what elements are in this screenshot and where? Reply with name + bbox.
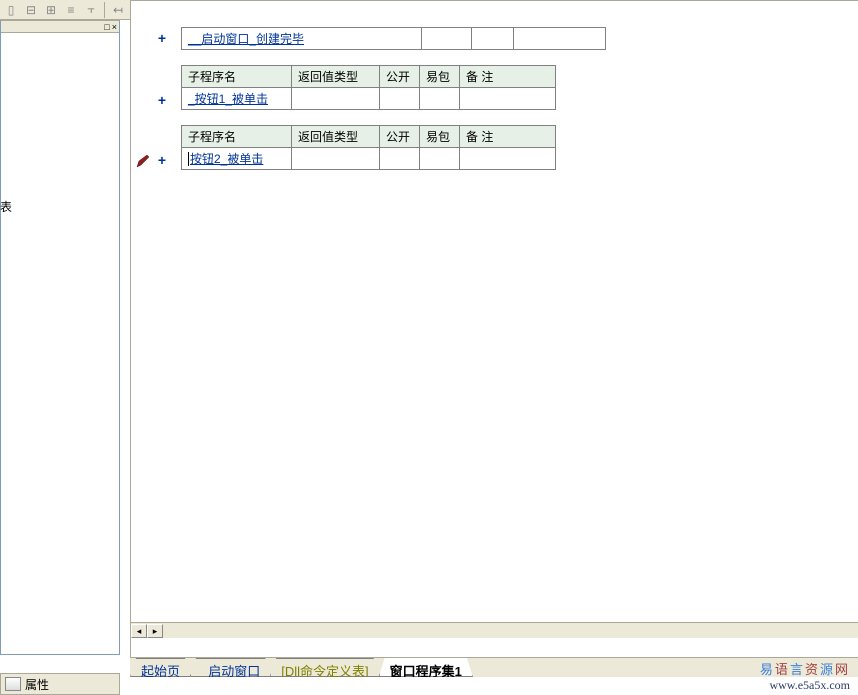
pub-cell[interactable]: [380, 148, 420, 170]
col-header-name: 子程序名: [182, 126, 292, 148]
code-editor-main: + __启动窗口_创建完毕 + 子程序名 返回值类型 公开 易包 备 注 _按钮…: [130, 0, 858, 658]
col-header-pub: 公开: [380, 126, 420, 148]
sub-table: 子程序名 返回值类型 公开 易包 备 注 按钮2_被单击: [181, 125, 556, 170]
sub-table: 子程序名 返回值类型 公开 易包 备 注 _按钮1_被单击: [181, 65, 556, 110]
empty-cell[interactable]: [514, 28, 606, 50]
col-header-name: 子程序名: [182, 66, 292, 88]
sub-name-cell[interactable]: __启动窗口_创建完毕: [182, 28, 422, 50]
properties-tab-label: 属性: [25, 676, 49, 693]
panel-header: □ ×: [1, 21, 119, 33]
note-cell[interactable]: [460, 148, 556, 170]
col-header-pub: 公开: [380, 66, 420, 88]
side-tab-label: 表: [0, 198, 11, 215]
ret-cell[interactable]: [292, 148, 380, 170]
tab-startup-window[interactable]: _启动窗口: [190, 658, 271, 677]
expand-toggle[interactable]: +: [155, 153, 169, 167]
maximize-icon[interactable]: □: [104, 22, 109, 32]
distribute-icon[interactable]: ≡: [62, 2, 80, 18]
pen-icon: [135, 153, 151, 169]
empty-cell[interactable]: [472, 28, 514, 50]
sub-name-cell[interactable]: _按钮1_被单击: [182, 88, 292, 110]
watermark: 易语言资源网 www.e5a5x.com: [760, 659, 850, 693]
col-header-ret: 返回值类型: [292, 66, 380, 88]
scroll-right-button[interactable]: ▸: [147, 624, 163, 638]
col-header-note: 备 注: [460, 126, 556, 148]
sub-block-2: 子程序名 返回值类型 公开 易包 备 注 按钮2_被单击: [181, 125, 556, 170]
move-left-icon[interactable]: ↤: [109, 2, 127, 18]
note-cell[interactable]: [460, 88, 556, 110]
gap-icon[interactable]: ⫟: [82, 2, 100, 18]
col-header-ret: 返回值类型: [292, 126, 380, 148]
tab-dll-definitions[interactable]: [Dll命令定义表]: [270, 658, 379, 677]
empty-cell[interactable]: [422, 28, 472, 50]
left-panel: □ ×: [0, 20, 120, 655]
expand-toggle[interactable]: +: [155, 93, 169, 107]
ret-cell[interactable]: [292, 88, 380, 110]
watermark-url: www.e5a5x.com: [760, 678, 850, 693]
first-sub-row: __启动窗口_创建完毕: [181, 27, 606, 50]
tab-start-page[interactable]: 起始页: [130, 658, 191, 677]
pub-cell[interactable]: [380, 88, 420, 110]
close-icon[interactable]: ×: [112, 22, 117, 32]
col-header-note: 备 注: [460, 66, 556, 88]
sub-name-cell-editing[interactable]: 按钮2_被单击: [182, 148, 292, 170]
scroll-left-button[interactable]: ◂: [131, 624, 147, 638]
document-tabs: 起始页 _启动窗口 [Dll命令定义表] 窗口程序集1: [130, 657, 858, 677]
expand-toggle[interactable]: +: [155, 31, 169, 45]
col-header-pkg: 易包: [420, 66, 460, 88]
table-row: 按钮2_被单击: [182, 148, 556, 170]
watermark-title: 易语言资源网: [760, 659, 850, 678]
align-left-icon[interactable]: ▯: [2, 2, 20, 18]
separator: [104, 2, 105, 18]
table-row: _按钮1_被单击: [182, 88, 556, 110]
properties-icon: [5, 677, 21, 691]
align-right-icon[interactable]: ⊞: [42, 2, 60, 18]
col-header-pkg: 易包: [420, 126, 460, 148]
pkg-cell[interactable]: [420, 148, 460, 170]
align-center-icon[interactable]: ⊟: [22, 2, 40, 18]
left-bottom-tab[interactable]: 属性: [0, 673, 120, 695]
tab-window-program-set[interactable]: 窗口程序集1: [379, 658, 473, 677]
first-sub-table: __启动窗口_创建完毕: [181, 27, 606, 50]
pkg-cell[interactable]: [420, 88, 460, 110]
horizontal-scrollbar[interactable]: ◂ ▸: [131, 622, 858, 638]
sub-block-1: 子程序名 返回值类型 公开 易包 备 注 _按钮1_被单击: [181, 65, 556, 110]
